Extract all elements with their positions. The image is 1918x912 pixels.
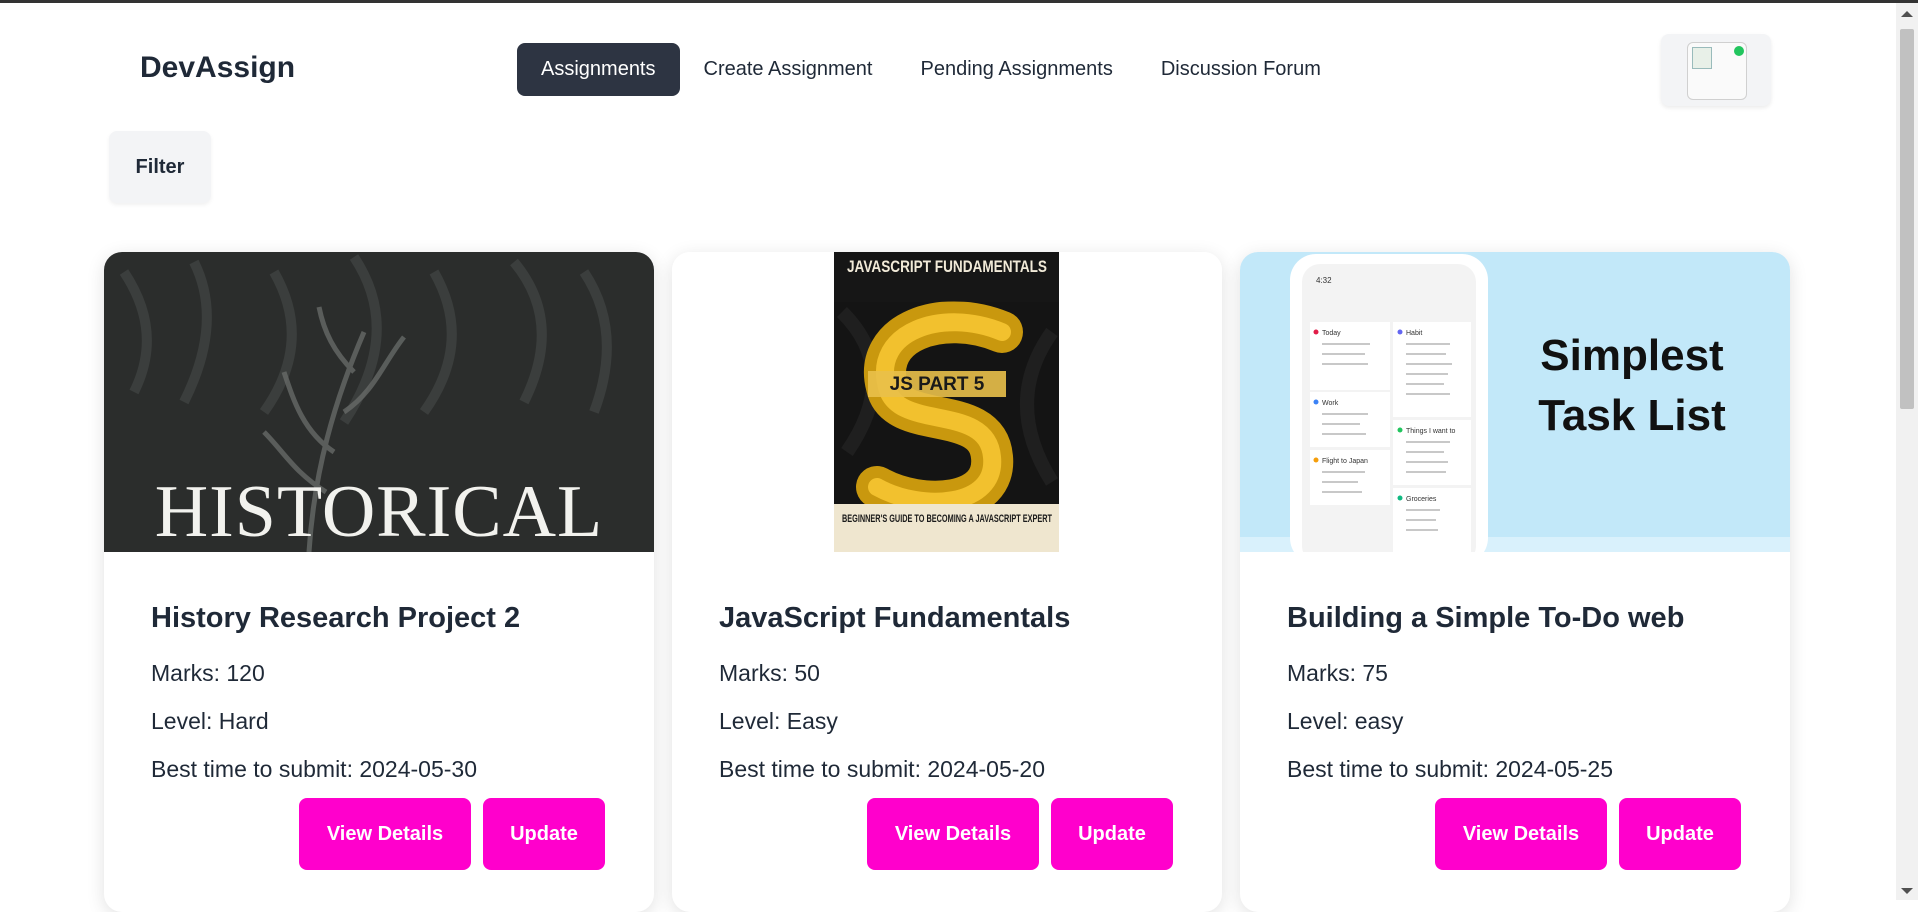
assignment-due-date: Best time to submit: 2024-05-25 bbox=[1287, 756, 1613, 782]
assignment-due-date: Best time to submit: 2024-05-30 bbox=[151, 756, 477, 782]
cover-headline-1: Simplest bbox=[1540, 331, 1724, 380]
todo-list-habit: Habit bbox=[1406, 330, 1422, 337]
brand-logo[interactable]: DevAssign bbox=[140, 51, 295, 85]
javascript-cover-image: JAVASCRIPT FUNDAMENTALS JS PART 5 BEGINN… bbox=[672, 252, 1222, 552]
main-nav: Assignments Create Assignment Pending As… bbox=[517, 43, 1345, 96]
todo-list-groceries: Groceries bbox=[1406, 496, 1437, 503]
assignment-card: HISTORICAL History Research Project 2 Ma… bbox=[104, 252, 654, 912]
assignment-marks: Marks: 50 bbox=[719, 660, 820, 686]
view-details-button[interactable]: View Details bbox=[867, 798, 1039, 870]
nav-discussion-forum[interactable]: Discussion Forum bbox=[1137, 43, 1345, 96]
cover-subtitle-text: BEGINNER'S GUIDE TO BECOMING A JAVASCRIP… bbox=[842, 513, 1052, 525]
scrollbar-thumb[interactable] bbox=[1900, 29, 1914, 409]
phone-time-text: 4:32 bbox=[1316, 276, 1332, 285]
todo-list-today: Today bbox=[1322, 330, 1341, 337]
todo-list-work: Work bbox=[1322, 400, 1339, 407]
assignment-due-date: Best time to submit: 2024-05-20 bbox=[719, 756, 1045, 782]
assignment-level: Level: easy bbox=[1287, 708, 1404, 734]
cover-image-text: HISTORICAL bbox=[155, 471, 604, 552]
online-status-dot bbox=[1734, 46, 1744, 56]
assignment-thumbnail: HISTORICAL bbox=[104, 252, 654, 552]
assignment-marks: Marks: 75 bbox=[1287, 660, 1388, 686]
update-button[interactable]: Update bbox=[1051, 798, 1173, 870]
nav-assignments[interactable]: Assignments bbox=[517, 43, 680, 96]
scroll-down-arrow-icon[interactable] bbox=[1901, 888, 1913, 894]
page-scrollbar[interactable] bbox=[1896, 3, 1918, 900]
cover-headline-2: Task List bbox=[1538, 391, 1726, 440]
nav-pending-assignments[interactable]: Pending Assignments bbox=[896, 43, 1136, 96]
assignment-title: Building a Simple To-Do web bbox=[1287, 602, 1685, 634]
historical-cover-image: HISTORICAL bbox=[104, 252, 654, 552]
cover-part-text: JS PART 5 bbox=[890, 374, 985, 395]
view-details-button[interactable]: View Details bbox=[299, 798, 471, 870]
update-button[interactable]: Update bbox=[1619, 798, 1741, 870]
assignment-level: Level: Hard bbox=[151, 708, 269, 734]
todo-cover-image: 4:32 Today Habit Work Things I want to F… bbox=[1240, 252, 1790, 552]
cover-title-text: JAVASCRIPT FUNDAMENTALS bbox=[847, 257, 1047, 276]
assignment-card: JAVASCRIPT FUNDAMENTALS JS PART 5 BEGINN… bbox=[672, 252, 1222, 912]
assignment-thumbnail: 4:32 Today Habit Work Things I want to F… bbox=[1240, 252, 1790, 552]
filter-button[interactable]: Filter bbox=[109, 131, 211, 203]
assignment-thumbnail: JAVASCRIPT FUNDAMENTALS JS PART 5 BEGINN… bbox=[672, 252, 1222, 552]
todo-list-things: Things I want to bbox=[1406, 428, 1456, 435]
user-profile-button[interactable] bbox=[1661, 34, 1771, 106]
assignment-card: 4:32 Today Habit Work Things I want to F… bbox=[1240, 252, 1790, 912]
view-details-button[interactable]: View Details bbox=[1435, 798, 1607, 870]
assignment-level: Level: Easy bbox=[719, 708, 838, 734]
scroll-up-arrow-icon[interactable] bbox=[1901, 11, 1913, 17]
broken-image-icon bbox=[1692, 47, 1712, 69]
assignment-title: JavaScript Fundamentals bbox=[719, 602, 1071, 634]
assignment-marks: Marks: 120 bbox=[151, 660, 265, 686]
nav-create-assignment[interactable]: Create Assignment bbox=[680, 43, 897, 96]
update-button[interactable]: Update bbox=[483, 798, 605, 870]
todo-list-flight: Flight to Japan bbox=[1322, 458, 1368, 465]
assignment-title: History Research Project 2 bbox=[151, 602, 521, 634]
